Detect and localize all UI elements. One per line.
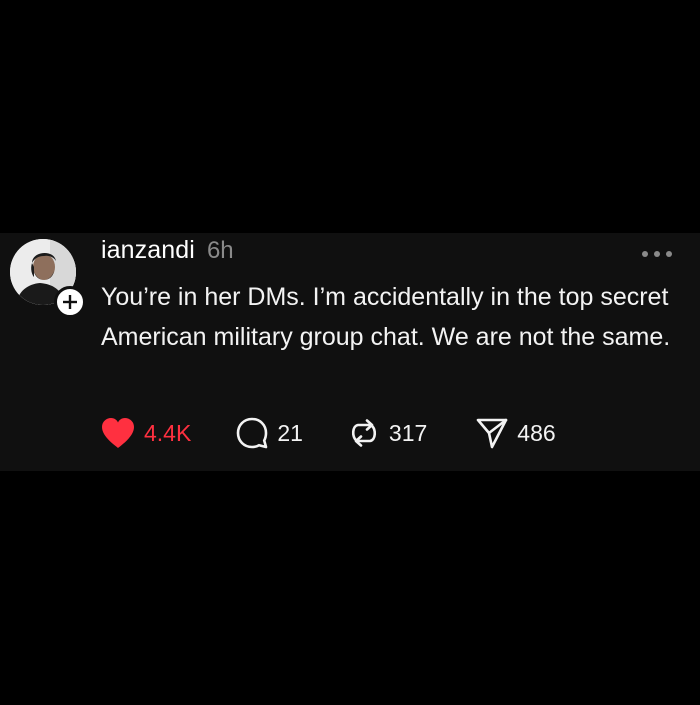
- post-actions: 4.4K 21 317 486: [100, 416, 556, 450]
- like-button[interactable]: 4.4K: [100, 417, 191, 449]
- more-dots-icon: [654, 251, 660, 257]
- repost-button[interactable]: 317: [347, 416, 427, 450]
- heart-icon: [102, 418, 134, 448]
- repost-icon: [351, 419, 376, 447]
- post-text: You’re in her DMs. I’m accidentally in t…: [101, 283, 671, 351]
- like-count: 4.4K: [144, 419, 192, 446]
- timestamp: 6h: [206, 237, 234, 264]
- comment-icon: [237, 417, 268, 449]
- follow-button[interactable]: [54, 286, 86, 318]
- page: ianzandi 6h You’re in her DMs. I’m accid…: [0, 0, 700, 705]
- repost-count: 317: [388, 419, 428, 446]
- more-dots-icon: [642, 251, 648, 257]
- username[interactable]: ianzandi: [101, 236, 195, 265]
- comment-count: 21: [277, 419, 303, 446]
- post-header: ianzandi 6h: [101, 236, 234, 272]
- share-count: 486: [517, 419, 556, 446]
- more-options-button[interactable]: [642, 249, 672, 259]
- send-icon: [476, 418, 508, 449]
- share-button[interactable]: 486: [475, 416, 556, 450]
- comment-button[interactable]: 21: [235, 416, 303, 450]
- plus-icon: [63, 295, 77, 309]
- avatar-container: [10, 239, 86, 318]
- more-dots-icon: [666, 251, 672, 257]
- post-card: ianzandi 6h You’re in her DMs. I’m accid…: [0, 233, 700, 471]
